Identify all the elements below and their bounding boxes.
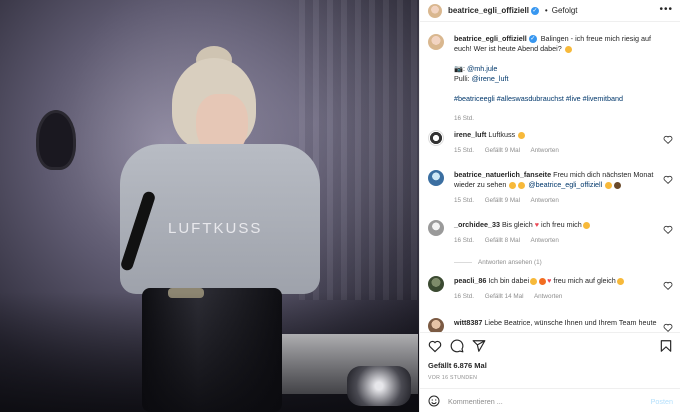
post-comment-button[interactable]: Posten	[651, 397, 673, 406]
caption-time[interactable]: 16 Std.	[454, 114, 660, 124]
reply-button[interactable]: Antworten	[534, 293, 562, 300]
comment-meta: 15 Std. Gefällt 9 Mal Antworten	[454, 146, 660, 156]
verified-badge-icon: ✓	[530, 6, 539, 15]
comment-time[interactable]: 15 Std.	[454, 197, 474, 204]
like-comment-icon[interactable]	[663, 323, 673, 332]
paper-plane-icon[interactable]	[472, 339, 486, 353]
comment-icon[interactable]	[450, 339, 464, 353]
smiling-emoji-icon	[605, 181, 613, 189]
fire-emoji-icon	[539, 277, 547, 285]
heart-eyes-emoji-icon	[616, 277, 624, 285]
reply-button[interactable]: Antworten	[530, 237, 558, 244]
comment-likes[interactable]: Gefällt 9 Mal	[485, 197, 520, 204]
comments-list[interactable]: beatrice_egli_offiziell ✓ Balingen - ich …	[420, 30, 680, 332]
red-heart-emoji-icon: ♥	[534, 220, 539, 229]
comment-body: irene_luft Luftkuss 15 Std. Gefällt 9 Ma…	[454, 130, 660, 156]
comment-body: peacli_86 Ich bin dabei ♥ freu mich auf g…	[454, 276, 660, 302]
comment-text: Liebe Beatrice, wünsche Ihnen und Ihrem …	[484, 318, 657, 327]
comment-meta: 15 Std. Gefällt 9 Mal Antworten	[454, 196, 660, 206]
comment-meta: 16 Std. Gefällt 8 Mal Antworten	[454, 236, 660, 246]
hoodie-print: LUFTKUSS	[168, 220, 263, 237]
action-icons	[428, 339, 673, 355]
comment-mention-link[interactable]: @beatrice_egli_offiziell	[528, 180, 602, 189]
red-heart-emoji-icon: ♥	[547, 276, 552, 285]
comment-likes[interactable]: Gefällt 9 Mal	[485, 147, 520, 154]
caption-avatar[interactable]	[428, 34, 444, 50]
blushing-emoji-icon	[564, 45, 572, 53]
post-side-panel: beatrice_egli_offiziell ✓ • Gefolgt ••• …	[419, 0, 680, 412]
commenter-avatar[interactable]	[428, 276, 444, 292]
heart-icon[interactable]	[428, 339, 442, 353]
comment-username[interactable]: irene_luft	[454, 130, 486, 139]
comment-text: Luftkuss	[488, 130, 516, 139]
author-username[interactable]: beatrice_egli_offiziell	[448, 6, 529, 15]
bookmark-icon[interactable]	[659, 339, 673, 353]
comment-username[interactable]: beatrice_natuerlich_fanseite	[454, 170, 551, 179]
author-avatar[interactable]	[428, 3, 442, 18]
reply-button[interactable]: Antworten	[530, 147, 558, 154]
view-replies-button[interactable]: Antworten ansehen (1)	[454, 258, 542, 268]
post-header: beatrice_egli_offiziell ✓ • Gefolgt •••	[420, 0, 680, 22]
more-options-icon[interactable]: •••	[659, 4, 673, 15]
pulli-tag-link[interactable]: @irene_luft	[472, 74, 509, 83]
commenter-avatar[interactable]	[428, 130, 444, 146]
comment-likes[interactable]: Gefällt 14 Mal	[485, 293, 524, 300]
commenter-avatar[interactable]	[428, 318, 444, 332]
comment-likes[interactable]: Gefällt 8 Mal	[485, 237, 520, 244]
grey-hoodie	[120, 144, 320, 294]
stage-speaker	[36, 110, 76, 170]
comment-text-before: Bis gleich	[501, 220, 533, 229]
comment-input[interactable]	[448, 396, 651, 406]
comment-text-before: Ich bin dabei	[488, 276, 530, 285]
like-comment-icon[interactable]	[663, 135, 673, 144]
post-photo[interactable]: LUFTKUSS	[0, 0, 419, 412]
comment-text-after: freu mich auf gleich	[553, 276, 616, 285]
post-time-ago[interactable]: VOR 16 STUNDEN	[428, 375, 477, 381]
comment-bar: Posten	[420, 388, 680, 412]
like-comment-icon[interactable]	[663, 281, 673, 290]
comment-time[interactable]: 16 Std.	[454, 237, 474, 244]
comment-text-after: ich freu mich	[541, 220, 582, 229]
heart-eyes-emoji-icon	[509, 181, 517, 189]
caption-hashtags[interactable]: #beatriceegli #alleswasdubrauchst #live …	[454, 94, 660, 104]
post-actions-section: Gefällt 6.876 Mal VOR 16 STUNDEN Posten	[420, 332, 680, 412]
comment-body: _orchidee_33 Bis gleich ♥ ich freu mich …	[454, 220, 660, 246]
caption-username[interactable]: beatrice_egli_offiziell	[454, 34, 527, 43]
smiling-emoji-icon	[518, 181, 526, 189]
heart-eyes-emoji-icon	[582, 221, 590, 229]
like-count[interactable]: Gefällt 6.876 Mal	[428, 361, 487, 370]
comment-username[interactable]: peacli_86	[454, 276, 486, 285]
comment-username[interactable]: _orchidee_33	[454, 220, 500, 229]
comment-time[interactable]: 16 Std.	[454, 293, 474, 300]
caption-body: beatrice_egli_offiziell ✓ Balingen - ich …	[454, 34, 660, 124]
following-button[interactable]: Gefolgt	[552, 6, 578, 15]
camera-prefix: 📷:	[454, 64, 465, 73]
like-comment-icon[interactable]	[663, 175, 673, 184]
pulli-prefix: Pulli:	[454, 74, 470, 83]
smiley-icon[interactable]	[428, 395, 440, 407]
header-separator: •	[544, 6, 548, 15]
comment-time[interactable]: 15 Std.	[454, 147, 474, 154]
commenter-avatar[interactable]	[428, 170, 444, 186]
reply-button[interactable]: Antworten	[530, 197, 558, 204]
heart-eyes-emoji-icon	[530, 277, 538, 285]
comment-username[interactable]: witt8387	[454, 318, 482, 327]
like-comment-icon[interactable]	[663, 225, 673, 234]
party-emoji-icon	[614, 181, 622, 189]
comment-meta: 16 Std. Gefällt 14 Mal Antworten	[454, 292, 660, 302]
commenter-avatar[interactable]	[428, 220, 444, 236]
stage-spotlight	[347, 366, 411, 406]
kiss-emoji-icon	[518, 131, 526, 139]
comment-body: beatrice_natuerlich_fanseite Freu mich d…	[454, 170, 660, 206]
camera-tag-link[interactable]: @mh.jule	[467, 64, 497, 73]
verified-badge-icon: ✓	[528, 35, 537, 44]
instagram-post-view: LUFTKUSS beatrice_egli_offiziell ✓ • Gef…	[0, 0, 680, 412]
comment-body: witt8387 Liebe Beatrice, wünsche Ihnen u…	[454, 318, 660, 328]
